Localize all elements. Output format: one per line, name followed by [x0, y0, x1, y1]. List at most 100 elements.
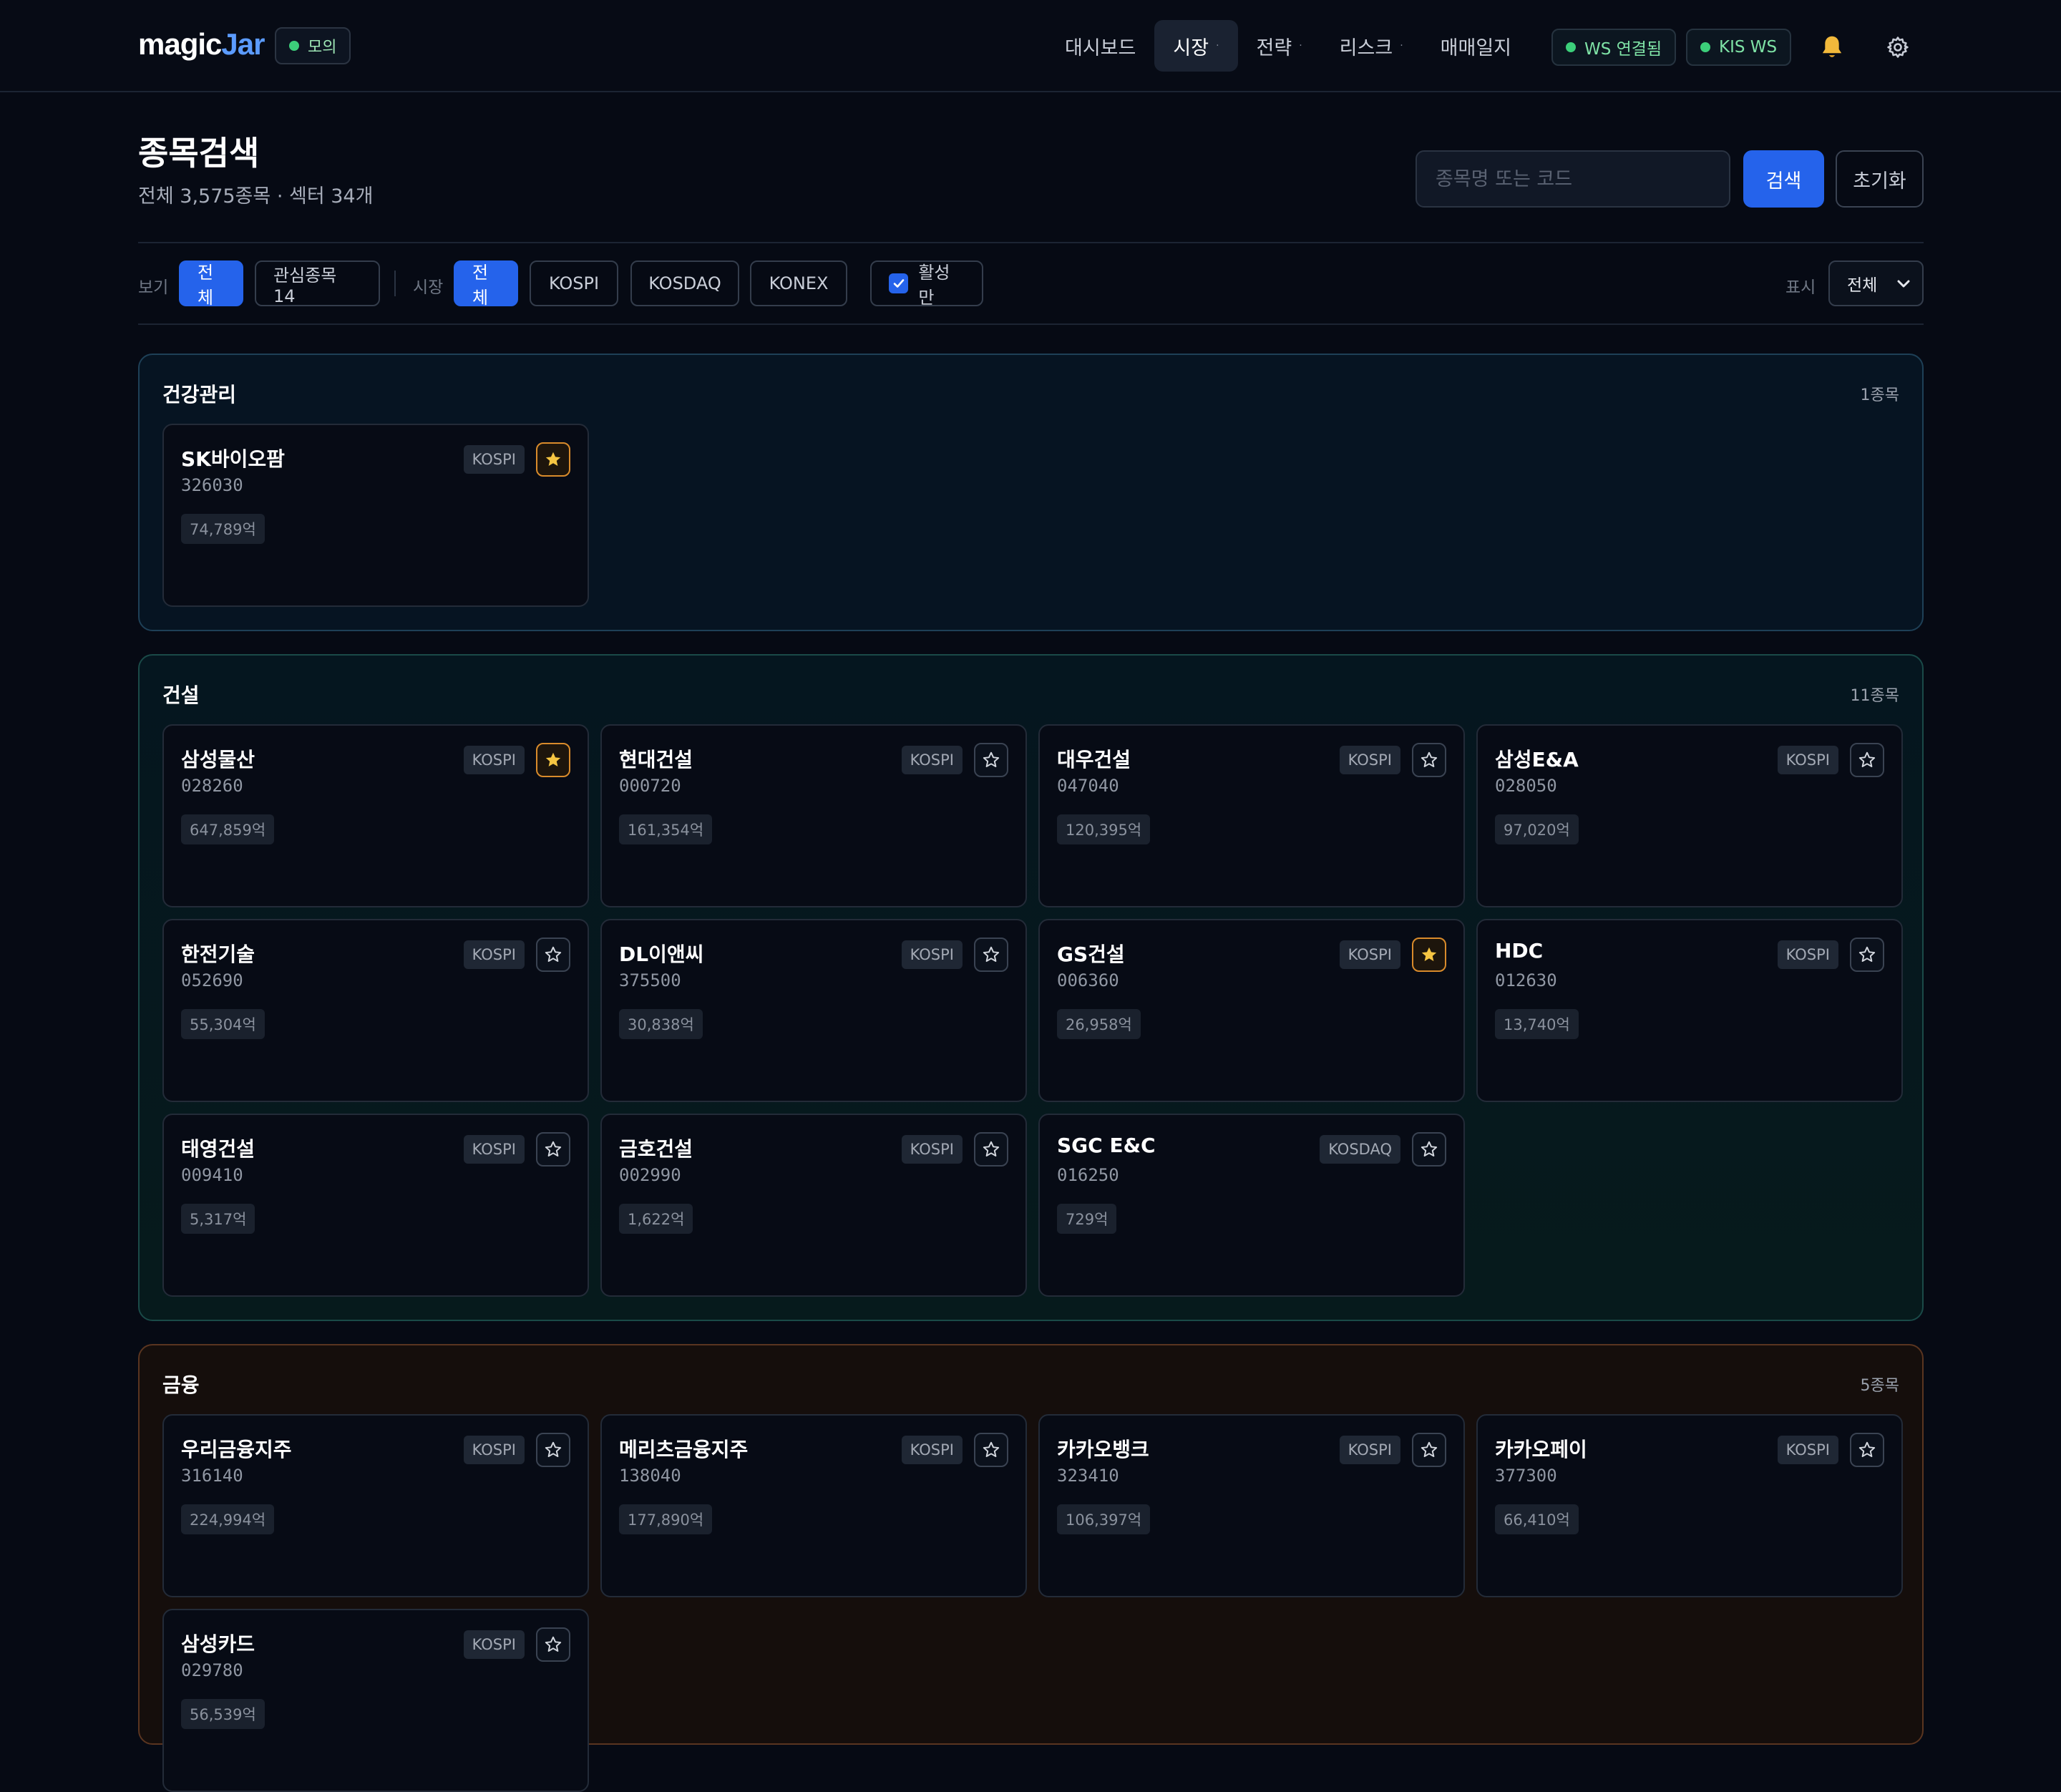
nav-dashboard[interactable]: 대시보드 — [1046, 20, 1154, 72]
nav-strategy[interactable]: 전략 · — [1238, 20, 1321, 72]
star-outline-icon[interactable] — [1850, 1433, 1884, 1467]
market-cap-badge: 5,317억 — [181, 1204, 255, 1234]
page-title: 종목검색 — [138, 134, 260, 172]
market-konex-chip[interactable]: KONEX — [750, 260, 847, 306]
sector-section-finance: 금융 5종목 우리금융지주 316140 224,994억 KOSPI 메리츠금융지주 138… — [138, 1344, 1924, 1792]
status-dot-icon — [289, 41, 299, 51]
stock-name: 삼성E&A — [1495, 748, 1579, 771]
stock-name: GS건설 — [1057, 943, 1125, 966]
star-outline-icon[interactable] — [1412, 1132, 1446, 1167]
star-outline-icon[interactable] — [1412, 1433, 1446, 1467]
market-cap-badge: 66,410억 — [1495, 1504, 1579, 1534]
star-filled-icon[interactable] — [536, 442, 570, 477]
market-filter-label: 시장 — [413, 278, 444, 297]
stock-card[interactable]: 메리츠금융지주 138040 177,890억 KOSPI — [600, 1414, 1027, 1597]
market-all-chip[interactable]: 전체 — [454, 260, 518, 308]
stock-name: 대우건설 — [1057, 748, 1131, 771]
caret-dot-icon: · — [1400, 40, 1403, 52]
stock-name: DL이앤씨 — [619, 943, 704, 966]
settings-gear-icon[interactable] — [1879, 29, 1916, 66]
stock-card[interactable]: 카카오뱅크 323410 106,397억 KOSPI — [1038, 1414, 1465, 1597]
market-cap-badge: 13,740억 — [1495, 1009, 1579, 1039]
star-outline-icon[interactable] — [974, 938, 1008, 972]
stock-card[interactable]: HDC 012630 13,740억 KOSPI — [1476, 919, 1903, 1102]
brand-logo[interactable]: magicJar — [138, 27, 265, 62]
stock-card[interactable]: 한전기술 052690 55,304억 KOSPI — [162, 919, 589, 1102]
star-outline-icon[interactable] — [974, 1433, 1008, 1467]
mode-badge: 모의 — [275, 27, 351, 64]
stock-card[interactable]: GS건설 006360 26,958억 KOSPI — [1038, 919, 1465, 1102]
star-outline-icon[interactable] — [974, 743, 1008, 777]
search-button[interactable]: 검색 — [1743, 150, 1824, 208]
stock-name: 삼성카드 — [181, 1632, 255, 1656]
view-watchlist-chip[interactable]: 관심종목 14 — [255, 260, 380, 306]
divider — [138, 242, 1924, 243]
market-badge: KOSPI — [463, 1135, 525, 1164]
nav-journal[interactable]: 매매일지 — [1422, 20, 1530, 72]
ws-status-badge: WS 연결됨 — [1551, 29, 1677, 66]
stock-code: 029780 — [181, 1660, 243, 1680]
stock-card[interactable]: 우리금융지주 316140 224,994억 KOSPI — [162, 1414, 589, 1597]
stock-code: 375500 — [619, 970, 681, 990]
caret-dot-icon: · — [1216, 40, 1219, 52]
market-kospi-chip[interactable]: KOSPI — [530, 260, 618, 306]
checkbox-checked-icon — [889, 273, 909, 293]
market-badge: KOSPI — [901, 1436, 963, 1464]
star-outline-icon[interactable] — [536, 1132, 570, 1167]
market-cap-badge: 729억 — [1057, 1204, 1117, 1234]
stock-name: 카카오페이 — [1495, 1438, 1587, 1461]
nav-market[interactable]: 시장 · — [1154, 20, 1238, 72]
stock-name: HDC — [1495, 939, 1544, 963]
market-badge: KOSPI — [463, 746, 525, 774]
stock-card[interactable]: 대우건설 047040 120,395억 KOSPI — [1038, 724, 1465, 907]
stock-code: 316140 — [181, 1466, 243, 1486]
reset-button[interactable]: 초기화 — [1836, 150, 1924, 208]
stock-card[interactable]: SK바이오팜 326030 74,789억 KOSPI — [162, 424, 589, 607]
stock-name: 삼성물산 — [181, 748, 255, 771]
stock-card[interactable]: 카카오페이 377300 66,410억 KOSPI — [1476, 1414, 1903, 1597]
market-badge: KOSPI — [1339, 940, 1400, 969]
view-filter-label: 보기 — [138, 278, 169, 297]
display-select[interactable]: 전체 — [1828, 260, 1924, 306]
notification-bell-icon[interactable] — [1813, 29, 1851, 66]
stock-card[interactable]: DL이앤씨 375500 30,838억 KOSPI — [600, 919, 1027, 1102]
active-only-toggle[interactable]: 활성만 — [870, 260, 983, 308]
chevron-down-icon — [1897, 280, 1910, 288]
nav-risk[interactable]: 리스크 · — [1321, 20, 1422, 72]
market-badge: KOSDAQ — [1320, 1135, 1400, 1164]
star-outline-icon[interactable] — [536, 938, 570, 972]
stock-card[interactable]: 금호건설 002990 1,622억 KOSPI — [600, 1114, 1027, 1297]
stock-code: 138040 — [619, 1466, 681, 1486]
market-kosdaq-chip[interactable]: KOSDAQ — [630, 260, 739, 306]
stock-code: 377300 — [1495, 1466, 1557, 1486]
stock-card[interactable]: 태영건설 009410 5,317억 KOSPI — [162, 1114, 589, 1297]
search-input[interactable] — [1416, 150, 1730, 208]
main-menu: 대시보드 시장 · 전략 · 리스크 · 매매일지 — [1046, 20, 1530, 72]
stock-code: 326030 — [181, 475, 243, 495]
star-outline-icon[interactable] — [1850, 938, 1884, 972]
stock-code: 000720 — [619, 776, 681, 796]
stock-card[interactable]: 삼성카드 029780 56,539억 KOSPI — [162, 1609, 589, 1792]
sector-count: 11종목 — [1850, 687, 1899, 705]
stock-card[interactable]: 삼성물산 028260 647,859억 KOSPI — [162, 724, 589, 907]
star-outline-icon[interactable] — [536, 1627, 570, 1662]
stock-name: SGC E&C — [1057, 1134, 1156, 1157]
market-badge: KOSPI — [463, 1630, 525, 1659]
star-outline-icon[interactable] — [974, 1132, 1008, 1167]
page-subtitle: 전체 3,575종목 · 섹터 34개 — [138, 185, 374, 208]
stock-card[interactable]: 현대건설 000720 161,354억 KOSPI — [600, 724, 1027, 907]
star-filled-icon[interactable] — [536, 743, 570, 777]
view-all-chip[interactable]: 전체 — [179, 260, 243, 308]
stock-card[interactable]: 삼성E&A 028050 97,020억 KOSPI — [1476, 724, 1903, 907]
star-outline-icon[interactable] — [1850, 743, 1884, 777]
star-filled-icon[interactable] — [1412, 938, 1446, 972]
star-outline-icon[interactable] — [536, 1433, 570, 1467]
sector-count: 5종목 — [1860, 1377, 1899, 1395]
stock-code: 047040 — [1057, 776, 1119, 796]
caret-dot-icon: · — [1299, 40, 1302, 52]
stock-card[interactable]: SGC E&C 016250 729억 KOSDAQ — [1038, 1114, 1465, 1297]
stock-name: 태영건설 — [181, 1137, 255, 1161]
market-badge: KOSPI — [463, 445, 525, 474]
stock-code: 028260 — [181, 776, 243, 796]
star-outline-icon[interactable] — [1412, 743, 1446, 777]
